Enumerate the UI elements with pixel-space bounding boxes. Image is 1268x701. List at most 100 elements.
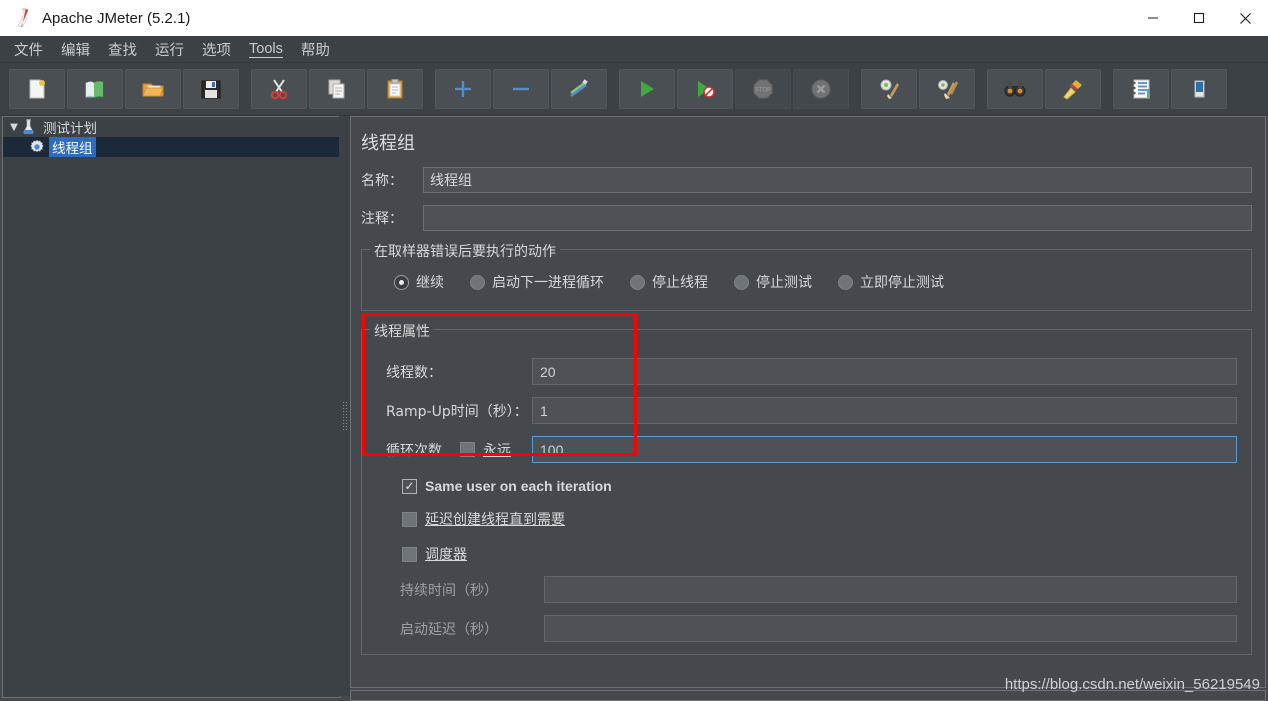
toolbar-overflow[interactable] (1171, 69, 1227, 109)
forever-label: 永远 (483, 442, 511, 459)
chevron-down-icon[interactable]: ▼ (7, 122, 21, 133)
page-title: 线程组 (361, 133, 415, 154)
tree-node-test-plan-label: 测试计划 (43, 121, 97, 137)
window-controls (1130, 0, 1268, 36)
toolbar-templates[interactable] (67, 69, 123, 109)
loops-input[interactable]: 100 (532, 436, 1237, 463)
partial-edge-icon (1187, 77, 1211, 101)
toolbar-clear[interactable] (861, 69, 917, 109)
thread-properties-legend: 线程属性 (370, 321, 434, 341)
title-bar: Apache JMeter (5.2.1) (0, 0, 1268, 36)
menu-options[interactable]: 选项 (193, 37, 240, 62)
radio-option-start-next-loop[interactable]: 启动下一进程循环 (470, 272, 604, 292)
toolbar-collapse[interactable] (493, 69, 549, 109)
plus-icon (452, 78, 474, 100)
radio-option-stop-thread[interactable]: 停止线程 (630, 272, 708, 292)
toolbar-reset-search[interactable] (1045, 69, 1101, 109)
sampler-error-action-options: 继续 启动下一进程循环 停止线程 停止测试 立即停止测试 (372, 266, 1241, 298)
tree-node-thread-group[interactable]: 线程组 (3, 137, 340, 157)
scheduler-checkbox[interactable] (402, 546, 417, 562)
start-no-pauses-icon (694, 78, 716, 100)
reset-search-broom-icon (1061, 77, 1085, 101)
save-icon (199, 77, 223, 101)
radio-option-stop-test-now[interactable]: 立即停止测试 (838, 272, 944, 292)
search-binoculars-icon (1003, 77, 1027, 101)
same-user-label: Same user on each iteration (425, 478, 612, 494)
loops-row: 循环次数 永远 100 (372, 436, 1241, 463)
log-viewer-icon (1129, 77, 1153, 101)
test-plan-tree[interactable]: ▼ 测试计划 线程组 (2, 116, 341, 698)
toolbar-clear-all[interactable] (919, 69, 975, 109)
thread-group-gear-icon (29, 139, 45, 155)
comments-label: 注释： (361, 211, 403, 227)
name-input[interactable]: 线程组 (423, 167, 1252, 193)
svg-text:STOP: STOP (755, 88, 771, 94)
thread-group-editor: 线程组 名称： 线程组 注释： 在取样器错误后要执行的动作 继续 启动下一进程循… (350, 116, 1266, 688)
radio-stop-test-now-icon[interactable] (838, 274, 853, 290)
same-user-row[interactable]: Same user on each iteration (372, 478, 1241, 494)
toolbar: STOP (0, 63, 1268, 116)
radio-continue-icon[interactable] (394, 274, 409, 290)
radio-start-next-loop-label: 启动下一进程循环 (492, 275, 604, 291)
radio-stop-thread-icon[interactable] (630, 274, 645, 290)
threads-input[interactable]: 20 (532, 358, 1237, 385)
toolbar-log-viewer[interactable] (1113, 69, 1169, 109)
toolbar-save[interactable] (183, 69, 239, 109)
menu-run[interactable]: 运行 (146, 37, 193, 62)
thread-properties-group: 线程属性 线程数： 20 Ramp-Up时间（秒）： 1 循环次数 永远 100 (361, 321, 1252, 655)
close-button[interactable] (1222, 0, 1268, 36)
toolbar-open[interactable] (125, 69, 181, 109)
toolbar-start[interactable] (619, 69, 675, 109)
toolbar-search[interactable] (987, 69, 1043, 109)
threads-label: 线程数： (386, 364, 442, 381)
scheduler-label: 调度器 (425, 547, 467, 563)
name-label: 名称： (361, 173, 403, 189)
minimize-button[interactable] (1130, 0, 1176, 36)
delay-create-checkbox[interactable] (402, 511, 417, 527)
clear-gear-broom-icon (877, 77, 901, 101)
copy-icon (325, 77, 349, 101)
clear-all-broom-icon (935, 77, 959, 101)
toolbar-paste[interactable] (367, 69, 423, 109)
startup-delay-label: 启动延迟（秒） (400, 621, 498, 638)
watermark-text: https://blog.csdn.net/weixin_56219549 (1004, 676, 1260, 693)
rampup-input[interactable]: 1 (532, 397, 1237, 424)
toolbar-toggle[interactable] (551, 69, 607, 109)
sampler-error-action-group: 在取样器错误后要执行的动作 继续 启动下一进程循环 停止线程 停止测试 立即停止… (361, 241, 1252, 311)
toolbar-copy[interactable] (309, 69, 365, 109)
toolbar-stop[interactable]: STOP (735, 69, 791, 109)
sampler-error-action-legend: 在取样器错误后要执行的动作 (370, 241, 560, 261)
duration-label: 持续时间（秒） (400, 582, 498, 599)
startup-delay-row: 启动延迟（秒） (372, 615, 1241, 642)
split-pane-divider[interactable] (339, 116, 350, 696)
toggle-pencil-icon (567, 77, 591, 101)
menu-edit[interactable]: 编辑 (52, 37, 99, 62)
radio-option-stop-test[interactable]: 停止测试 (734, 272, 812, 292)
radio-start-next-loop-icon[interactable] (470, 274, 485, 290)
scheduler-row[interactable]: 调度器 (372, 544, 1241, 564)
toolbar-cut[interactable] (251, 69, 307, 109)
toolbar-expand[interactable] (435, 69, 491, 109)
toolbar-start-no-pauses[interactable] (677, 69, 733, 109)
tree-node-test-plan[interactable]: ▼ 测试计划 (3, 117, 340, 137)
menu-tools[interactable]: Tools (240, 39, 292, 59)
startup-delay-input[interactable] (544, 615, 1237, 642)
same-user-checkbox[interactable] (402, 478, 417, 494)
templates-icon (83, 77, 107, 101)
forever-checkbox[interactable] (460, 442, 475, 457)
comments-input[interactable] (423, 205, 1252, 231)
delay-create-row[interactable]: 延迟创建线程直到需要 (372, 509, 1241, 529)
loops-label-group: 循环次数 永远 (372, 440, 532, 460)
maximize-button[interactable] (1176, 0, 1222, 36)
menu-search[interactable]: 查找 (99, 37, 146, 62)
radio-stop-test-icon[interactable] (734, 274, 749, 290)
menu-help[interactable]: 帮助 (292, 37, 339, 62)
toolbar-new[interactable] (9, 69, 65, 109)
stop-icon: STOP (751, 77, 775, 101)
test-plan-flask-icon (21, 119, 36, 135)
toolbar-shutdown[interactable] (793, 69, 849, 109)
split-pane-grip[interactable] (342, 401, 347, 431)
duration-input[interactable] (544, 576, 1237, 603)
radio-option-continue[interactable]: 继续 (394, 272, 444, 292)
menu-file[interactable]: 文件 (5, 37, 52, 62)
